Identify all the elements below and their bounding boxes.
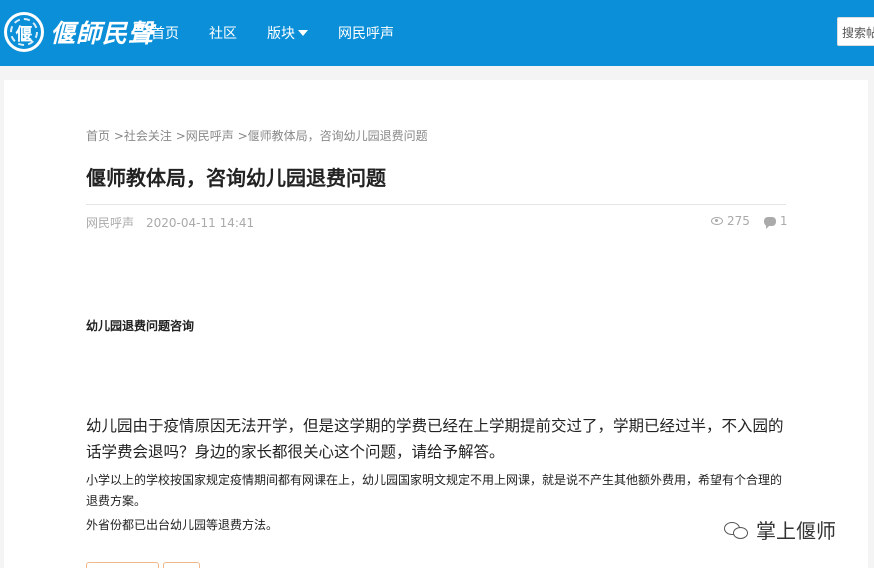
- logo-char: 偃: [15, 24, 33, 45]
- breadcrumb-social[interactable]: >社会关注: [110, 129, 172, 143]
- nav-item-label: 社区: [209, 26, 237, 42]
- breadcrumb-netizen-voice[interactable]: >网民呼声: [172, 129, 234, 143]
- logo-emblem-icon: 偃: [4, 12, 44, 52]
- watermark: 掌上偃师: [724, 515, 836, 544]
- nav-item-community[interactable]: 社区: [209, 23, 237, 43]
- watermark-text: 掌上偃师: [756, 519, 836, 543]
- action-button[interactable]: [163, 562, 200, 568]
- action-button[interactable]: [86, 562, 159, 568]
- post-paragraph: 外省份都已出台幼儿园等退费方法。: [86, 518, 279, 532]
- post-lead-paragraph: 幼儿园由于疫情原因无法开学，但是这学期的学费已经在上学期提前交过了，学期已经过半…: [86, 417, 784, 461]
- logo-text: 偃師民聲: [50, 19, 155, 48]
- search-input[interactable]: 搜索帖: [837, 17, 874, 46]
- view-count: 275: [727, 214, 750, 228]
- nav-item-label: 首页: [151, 26, 179, 42]
- nav-item-home[interactable]: 首页: [151, 23, 179, 43]
- nav-item-label: 版块: [267, 26, 295, 42]
- top-navbar: 偃 偃師民聲 首页 社区 版块 网民呼声 搜索帖: [0, 0, 874, 66]
- site-logo[interactable]: 偃 偃師民聲: [4, 8, 154, 56]
- nav-item-sections[interactable]: 版块: [267, 23, 308, 43]
- comment-icon[interactable]: [763, 216, 776, 229]
- post-category[interactable]: 网民呼声: [86, 216, 134, 230]
- breadcrumb: 首页 >社会关注 >网民呼声 >偃师教体局，咨询幼儿园退费问题: [86, 127, 428, 144]
- breadcrumb-home[interactable]: 首页: [86, 129, 110, 143]
- wechat-icon: [724, 520, 748, 540]
- main-nav: 首页 社区 版块 网民呼声: [151, 0, 424, 66]
- post-subheading: 幼儿园退费问题咨询: [86, 319, 195, 333]
- nav-item-label: 网民呼声: [338, 26, 394, 42]
- title-divider: [86, 204, 786, 205]
- post-paragraph: 小学以上的学校按国家规定疫情期间都有网课在上，幼儿园国家明文规定不用上网课，就是…: [86, 473, 783, 508]
- post-stats: 275 1: [711, 214, 788, 229]
- eye-icon: [711, 217, 723, 225]
- comment-count[interactable]: 1: [780, 214, 788, 228]
- post-meta: 网民呼声 2020-04-11 14:41: [86, 214, 254, 231]
- post-title: 偃师教体局，咨询幼儿园退费问题: [86, 166, 386, 190]
- caret-down-icon: [298, 30, 308, 36]
- post-date: 2020-04-11 14:41: [146, 216, 255, 230]
- nav-item-netizen-voice[interactable]: 网民呼声: [338, 23, 394, 43]
- breadcrumb-current: >偃师教体局，咨询幼儿园退费问题: [233, 129, 428, 143]
